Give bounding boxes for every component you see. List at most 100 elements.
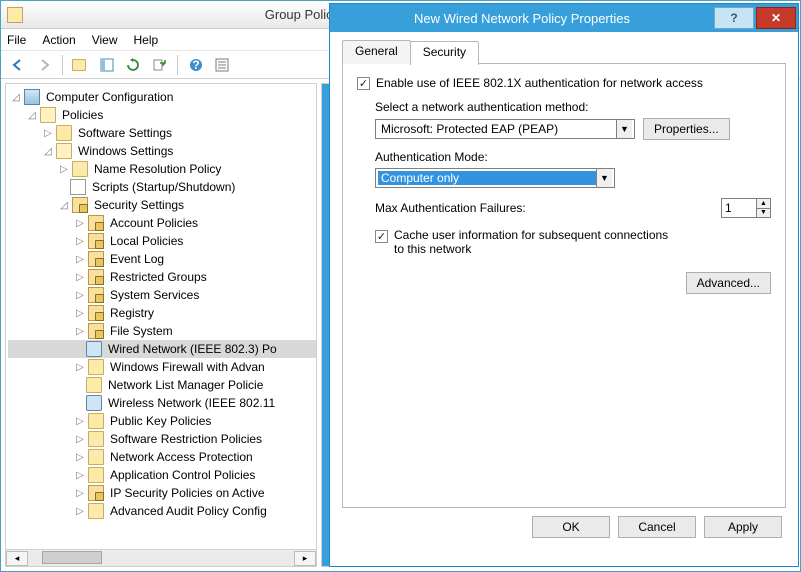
computer-icon xyxy=(24,89,40,105)
expand-icon[interactable]: ▷ xyxy=(74,469,86,481)
node-file-system[interactable]: ▷File System xyxy=(8,322,316,340)
node-system-services[interactable]: ▷System Services xyxy=(8,286,316,304)
filter-button[interactable] xyxy=(211,54,233,76)
node-software-settings[interactable]: ▷Software Settings xyxy=(8,124,316,142)
folder-open-icon xyxy=(40,107,56,123)
node-wireless-network[interactable]: Wireless Network (IEEE 802.11 xyxy=(8,394,316,412)
cache-info-label-line2: to this network xyxy=(394,242,668,256)
scroll-left-button[interactable]: ◂ xyxy=(6,551,28,566)
expand-icon[interactable]: ▷ xyxy=(74,433,86,445)
node-windows-settings[interactable]: ◿Windows Settings xyxy=(8,142,316,160)
apply-button[interactable]: Apply xyxy=(704,516,782,538)
node-public-key[interactable]: ▷Public Key Policies xyxy=(8,412,316,430)
expand-icon[interactable]: ▷ xyxy=(74,253,86,265)
expand-icon[interactable]: ▷ xyxy=(74,217,86,229)
expand-icon[interactable]: ◿ xyxy=(58,199,70,211)
node-event-log[interactable]: ▷Event Log xyxy=(8,250,316,268)
tab-general[interactable]: General xyxy=(342,40,411,64)
auth-method-dropdown[interactable]: Microsoft: Protected EAP (PEAP) ▼ xyxy=(375,119,635,139)
export-button[interactable] xyxy=(148,54,170,76)
node-account-policies[interactable]: ▷Account Policies xyxy=(8,214,316,232)
expand-icon[interactable]: ▷ xyxy=(58,163,70,175)
node-policies[interactable]: ◿Policies xyxy=(8,106,316,124)
policy-icon xyxy=(88,215,104,231)
ok-button[interactable]: OK xyxy=(532,516,610,538)
properties-dialog: New Wired Network Policy Properties ? ✕ … xyxy=(329,3,799,567)
spin-down-button[interactable]: ▼ xyxy=(756,209,770,218)
max-fail-spinner[interactable]: ▲▼ xyxy=(721,198,771,218)
dialog-close-button[interactable]: ✕ xyxy=(756,7,796,29)
spin-up-button[interactable]: ▲ xyxy=(756,199,770,209)
expand-icon[interactable]: ▷ xyxy=(42,127,54,139)
auth-method-label: Select a network authentication method: xyxy=(375,100,771,114)
node-windows-firewall[interactable]: ▷Windows Firewall with Advan xyxy=(8,358,316,376)
expand-icon[interactable]: ▷ xyxy=(74,235,86,247)
auth-mode-dropdown[interactable]: Computer only ▼ xyxy=(375,168,615,188)
node-network-access[interactable]: ▷Network Access Protection xyxy=(8,448,316,466)
scroll-thumb[interactable] xyxy=(42,551,102,564)
node-local-policies[interactable]: ▷Local Policies xyxy=(8,232,316,250)
security-icon xyxy=(72,197,88,213)
policy-icon xyxy=(88,269,104,285)
node-app-control[interactable]: ▷Application Control Policies xyxy=(8,466,316,484)
folder-icon xyxy=(88,413,104,429)
node-security-settings[interactable]: ◿Security Settings xyxy=(8,196,316,214)
tree[interactable]: ◿Computer Configuration ◿Policies ▷Softw… xyxy=(6,84,316,520)
advanced-button[interactable]: Advanced... xyxy=(686,272,771,294)
expand-icon[interactable]: ◿ xyxy=(26,109,38,121)
folder-open-icon xyxy=(56,143,72,159)
dialog-help-button[interactable]: ? xyxy=(714,7,754,29)
enable-8021x-label: Enable use of IEEE 802.1X authentication… xyxy=(376,76,703,90)
tree-pane: ◿Computer Configuration ◿Policies ▷Softw… xyxy=(5,83,317,567)
scroll-right-button[interactable]: ▸ xyxy=(294,551,316,566)
expand-icon[interactable]: ▷ xyxy=(74,451,86,463)
show-hide-tree-button[interactable] xyxy=(96,54,118,76)
help-button[interactable]: ? xyxy=(185,54,207,76)
tab-security[interactable]: Security xyxy=(410,41,479,65)
menu-help[interactable]: Help xyxy=(134,33,159,47)
folder-icon xyxy=(88,467,104,483)
max-fail-input[interactable] xyxy=(722,199,756,217)
horizontal-scrollbar[interactable]: ◂ ▸ xyxy=(6,549,316,566)
tab-security-content: Enable use of IEEE 802.1X authentication… xyxy=(342,64,786,508)
node-network-list[interactable]: Network List Manager Policie xyxy=(8,376,316,394)
expand-icon[interactable]: ▷ xyxy=(74,415,86,427)
properties-button[interactable]: Properties... xyxy=(643,118,730,140)
node-advanced-audit[interactable]: ▷Advanced Audit Policy Config xyxy=(8,502,316,520)
forward-button[interactable] xyxy=(33,54,55,76)
node-ip-security[interactable]: ▷IP Security Policies on Active xyxy=(8,484,316,502)
back-button[interactable] xyxy=(7,54,29,76)
menu-action[interactable]: Action xyxy=(42,33,75,47)
node-registry[interactable]: ▷Registry xyxy=(8,304,316,322)
node-restricted-groups[interactable]: ▷Restricted Groups xyxy=(8,268,316,286)
expand-icon[interactable]: ▷ xyxy=(74,271,86,283)
node-name-resolution[interactable]: ▷Name Resolution Policy xyxy=(8,160,316,178)
expand-icon[interactable]: ◿ xyxy=(42,145,54,157)
enable-8021x-checkbox[interactable] xyxy=(357,77,370,90)
expand-icon[interactable]: ▷ xyxy=(74,487,86,499)
cancel-button[interactable]: Cancel xyxy=(618,516,696,538)
menu-file[interactable]: File xyxy=(7,33,26,47)
policy-icon xyxy=(88,323,104,339)
folder-icon xyxy=(88,359,104,375)
expand-icon[interactable]: ▷ xyxy=(74,361,86,373)
node-wired-network[interactable]: Wired Network (IEEE 802.3) Po xyxy=(8,340,316,358)
policy-icon xyxy=(88,305,104,321)
refresh-button[interactable] xyxy=(122,54,144,76)
node-scripts[interactable]: Scripts (Startup/Shutdown) xyxy=(8,178,316,196)
node-computer-configuration[interactable]: ◿Computer Configuration xyxy=(8,88,316,106)
expand-icon[interactable]: ◿ xyxy=(10,91,22,103)
folder-icon xyxy=(88,503,104,519)
menu-view[interactable]: View xyxy=(92,33,118,47)
expand-icon[interactable]: ▷ xyxy=(74,325,86,337)
expand-icon[interactable]: ▷ xyxy=(74,307,86,319)
expand-icon[interactable]: ▷ xyxy=(74,505,86,517)
cache-info-checkbox[interactable] xyxy=(375,230,388,243)
node-software-restriction[interactable]: ▷Software Restriction Policies xyxy=(8,430,316,448)
app-icon xyxy=(7,7,23,23)
expand-icon[interactable]: ▷ xyxy=(74,289,86,301)
up-button[interactable] xyxy=(70,54,92,76)
dialog-titlebar: New Wired Network Policy Properties ? ✕ xyxy=(330,4,798,32)
folder-icon xyxy=(88,431,104,447)
svg-text:?: ? xyxy=(192,58,199,72)
